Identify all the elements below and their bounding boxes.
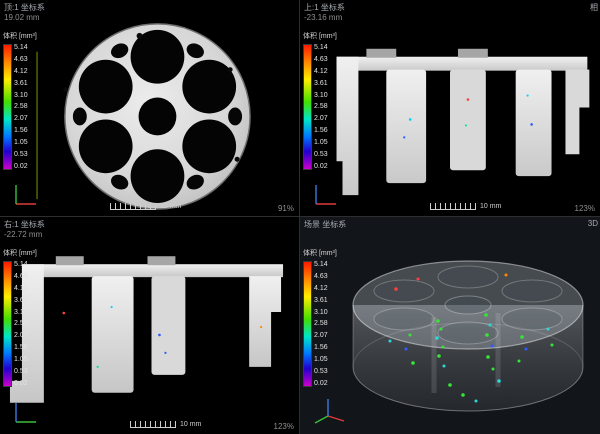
colorbar-tick-value: 1.56 bbox=[314, 344, 328, 351]
colorbar: 体积 [mm³] 5.14 4.63 4.12 3.61 3.10 2.58 2.07 1.5… bbox=[3, 248, 37, 387]
colorbar-tick-value: 1.05 bbox=[14, 356, 28, 363]
colorbar-tick-value: 3.10 bbox=[314, 309, 328, 316]
colorbar-tick-value: 4.12 bbox=[314, 285, 328, 292]
panel-title: 场景 坐标系 bbox=[304, 219, 346, 230]
colorbar: 体积 [mm³] 5.14 4.63 4.12 3.61 3.10 2.58 2.07 1.5… bbox=[3, 31, 37, 170]
colorbar-tick-value: 0.02 bbox=[314, 163, 328, 170]
viewport-top-slice-panel: 顶:1 坐标系 19.02 mm 体积 [mm³] 5.14 4.63 4.12 3.… bbox=[0, 0, 300, 217]
colorbar-values: 5.14 4.63 4.12 3.61 3.10 2.58 2.07 1.56 1.05 0.53… bbox=[14, 261, 28, 387]
axis-indicator-3d bbox=[312, 396, 346, 426]
colorbar-tick-value: 4.63 bbox=[314, 273, 328, 280]
slice-position-readout: -22.72 mm bbox=[4, 230, 42, 239]
colorbar-tick-value: 2.07 bbox=[314, 115, 328, 122]
colorbar-tick-value: 2.07 bbox=[14, 332, 28, 339]
colorbar-tick-value: 0.53 bbox=[314, 368, 328, 375]
colorbar-tick-value: 4.12 bbox=[14, 68, 28, 75]
colorbar-title: 体积 [mm³] bbox=[3, 31, 37, 41]
front-slice-canvas[interactable] bbox=[300, 0, 600, 216]
view-mode-label: 3D bbox=[588, 219, 598, 228]
colorbar-tick-value: 2.58 bbox=[314, 103, 328, 110]
corner-label: 相 bbox=[590, 2, 598, 13]
colorbar-tick-value: 4.63 bbox=[14, 56, 28, 63]
colorbar-gradient bbox=[303, 44, 312, 170]
scale-ruler bbox=[430, 203, 476, 210]
colorbar: 体积 [mm³] 5.14 4.63 4.12 3.61 3.10 2.58 2.07 1.5… bbox=[303, 248, 337, 387]
colorbar-tick-value: 1.05 bbox=[14, 139, 28, 146]
colorbar-tick-value: 1.56 bbox=[314, 127, 328, 134]
panel-title: 顶:1 坐标系 bbox=[4, 2, 45, 13]
colorbar-tick-value: 3.10 bbox=[314, 92, 328, 99]
ct-inspection-app: 顶:1 坐标系 19.02 mm 体积 [mm³] 5.14 4.63 4.12 3.… bbox=[0, 0, 600, 434]
colorbar-tick-value: 3.10 bbox=[14, 309, 28, 316]
colorbar-tick-value: 3.10 bbox=[14, 92, 28, 99]
colorbar-title: 体积 [mm³] bbox=[303, 31, 337, 41]
axis-indicator bbox=[12, 400, 40, 426]
scale-ruler-label: 15 mm bbox=[160, 203, 181, 210]
scale-ruler-label: 10 mm bbox=[480, 203, 501, 210]
right-slice-canvas[interactable] bbox=[0, 217, 299, 434]
colorbar-tick-value: 2.07 bbox=[14, 115, 28, 122]
slice-position-readout: 19.02 mm bbox=[4, 13, 40, 22]
colorbar-tick-value: 4.63 bbox=[14, 273, 28, 280]
colorbar-tick-value: 5.14 bbox=[14, 261, 28, 268]
colorbar-values: 5.14 4.63 4.12 3.61 3.10 2.58 2.07 1.56 1.05 0.53… bbox=[314, 261, 328, 387]
colorbar-tick-value: 2.58 bbox=[314, 320, 328, 327]
colorbar-title: 体积 [mm³] bbox=[303, 248, 337, 258]
viewport-front-slice-panel: 上:1 坐标系 相 -23.16 mm 体积 [mm³] 5.14 4.63 4.1… bbox=[300, 0, 600, 217]
scale-ruler bbox=[110, 203, 156, 210]
colorbar-tick-value: 0.53 bbox=[14, 368, 28, 375]
colorbar-tick-value: 4.63 bbox=[314, 56, 328, 63]
zoom-level: 91% bbox=[278, 204, 294, 213]
colorbar-title: 体积 [mm³] bbox=[3, 248, 37, 258]
colorbar-tick-value: 0.02 bbox=[14, 380, 28, 387]
colorbar-tick-value: 5.14 bbox=[314, 44, 328, 51]
colorbar-tick-value: 3.61 bbox=[314, 297, 328, 304]
scale-ruler bbox=[130, 421, 176, 428]
colorbar-tick-value: 5.14 bbox=[14, 44, 28, 51]
top-slice-canvas[interactable] bbox=[0, 0, 299, 216]
colorbar-tick-value: 1.56 bbox=[14, 344, 28, 351]
colorbar-tick-value: 5.14 bbox=[314, 261, 328, 268]
panel-title: 上:1 坐标系 bbox=[304, 2, 345, 13]
colorbar-gradient bbox=[3, 44, 12, 170]
colorbar-tick-value: 2.58 bbox=[14, 320, 28, 327]
viewport-right-slice-panel: 右:1 坐标系 -22.72 mm 体积 [mm³] 5.14 4.63 4.12 3… bbox=[0, 217, 300, 434]
colorbar-gradient bbox=[303, 261, 312, 387]
colorbar-tick-value: 1.05 bbox=[314, 139, 328, 146]
colorbar-tick-value: 4.12 bbox=[14, 285, 28, 292]
colorbar-tick-value: 3.61 bbox=[314, 80, 328, 87]
colorbar-tick-value: 0.53 bbox=[14, 151, 28, 158]
slice-position-readout: -23.16 mm bbox=[304, 13, 342, 22]
colorbar-tick-value: 1.05 bbox=[314, 356, 328, 363]
colorbar-tick-value: 2.07 bbox=[314, 332, 328, 339]
colorbar-gradient bbox=[3, 261, 12, 387]
zoom-level: 123% bbox=[575, 204, 595, 213]
colorbar: 体积 [mm³] 5.14 4.63 4.12 3.61 3.10 2.58 2.07 1.5… bbox=[303, 31, 337, 170]
colorbar-values: 5.14 4.63 4.12 3.61 3.10 2.58 2.07 1.56 1.05 0.53… bbox=[314, 44, 328, 170]
colorbar-tick-value: 2.58 bbox=[14, 103, 28, 110]
viewport-3d-panel: 场景 坐标系 3D 体积 [mm³] 5.14 4.63 4.12 3.61 3.10 2… bbox=[300, 217, 600, 434]
axis-indicator bbox=[312, 182, 340, 208]
panel-title: 右:1 坐标系 bbox=[4, 219, 45, 230]
colorbar-tick-value: 3.61 bbox=[14, 297, 28, 304]
colorbar-tick-value: 0.02 bbox=[314, 380, 328, 387]
axis-indicator bbox=[12, 182, 40, 208]
colorbar-tick-value: 0.02 bbox=[14, 163, 28, 170]
colorbar-values: 5.14 4.63 4.12 3.61 3.10 2.58 2.07 1.56 1.05 0.53… bbox=[14, 44, 28, 170]
colorbar-tick-value: 0.53 bbox=[314, 151, 328, 158]
colorbar-tick-value: 4.12 bbox=[314, 68, 328, 75]
zoom-level: 123% bbox=[274, 422, 294, 431]
scale-ruler-label: 10 mm bbox=[180, 421, 201, 428]
colorbar-tick-value: 1.56 bbox=[14, 127, 28, 134]
colorbar-tick-value: 3.61 bbox=[14, 80, 28, 87]
